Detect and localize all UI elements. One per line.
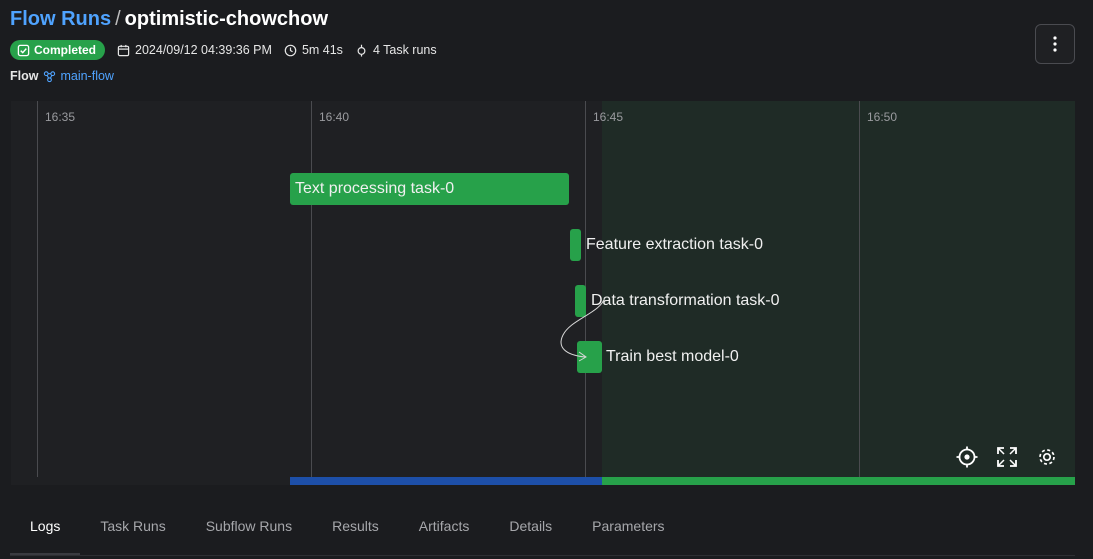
recenter-icon [956,446,978,468]
kebab-menu-icon [1053,36,1057,52]
breadcrumb-flow-runs-link[interactable]: Flow Runs [10,8,111,30]
recenter-button[interactable] [954,444,980,470]
task-bar-feature-extraction[interactable] [570,229,581,261]
tab-parameters[interactable]: Parameters [572,510,684,559]
status-badge: Completed [10,40,106,60]
run-detail-tabs: Logs Task Runs Subflow Runs Results Arti… [10,510,1093,559]
status-label: Completed [34,43,97,57]
fullscreen-button[interactable] [994,444,1020,470]
tab-results[interactable]: Results [312,510,399,559]
timeline-gridline [37,101,38,477]
timeline-tick-label: 16:35 [45,110,76,124]
run-duration: 5m 41s [284,43,343,57]
tab-subflow-runs[interactable]: Subflow Runs [186,510,312,559]
flow-name: main-flow [60,69,114,83]
timeline-tick-label: 16:45 [593,110,624,124]
more-options-button[interactable] [1035,24,1075,64]
flow-icon [44,70,56,82]
tab-logs[interactable]: Logs [10,510,81,559]
timeline-settings-button[interactable] [1034,444,1060,470]
fullscreen-icon [997,447,1017,467]
tabs-divider [10,555,1075,556]
task-node-icon [357,44,366,57]
page-header: Flow Runs / optimistic-chowchow Completed … [10,6,1075,92]
timeline-gridline [859,101,860,477]
task-label-text-processing: Text processing task-0 [295,180,455,197]
timeline-progress-completed [602,477,1075,485]
duration-text: 5m 41s [301,43,343,57]
tab-task-runs[interactable]: Task Runs [80,510,185,559]
task-run-count: 4 Task runs [355,43,437,57]
timeline-future-region [602,101,1075,477]
run-name: optimistic-chowchow [124,8,329,30]
tab-details[interactable]: Details [489,510,572,559]
task-runs-text: 4 Task runs [372,43,437,57]
flow-label: Flow [10,69,39,83]
timeline-gridline [311,101,312,477]
timestamp-text: 2024/09/12 04:39:36 PM [135,43,272,57]
clock-icon [284,44,297,56]
calendar-icon [117,44,130,56]
tab-artifacts[interactable]: Artifacts [399,510,490,559]
run-timeline[interactable]: 16:35 16:40 16:45 16:50 Text processing … [11,101,1075,485]
page-title: Flow Runs / optimistic-chowchow [10,8,328,31]
run-start-time: 2024/09/12 04:39:36 PM [117,43,272,57]
timeline-tick-label: 16:50 [867,110,898,124]
task-label-feature-extraction: Feature extraction task-0 [586,236,763,253]
run-meta: Completed 2024/09/12 04:39:36 PM 5m 41s … [10,40,437,60]
task-label-train-best-model: Train best model-0 [606,348,739,365]
flow-info: Flow main-flow [10,69,114,83]
timeline-progress-running [290,477,602,485]
check-square-icon [17,44,30,56]
dependency-arrow [560,296,606,362]
breadcrumb-separator: / [115,8,121,30]
task-label-data-transformation: Data transformation task-0 [591,292,780,309]
timeline-tick-label: 16:40 [319,110,350,124]
flow-link[interactable]: main-flow [43,69,114,83]
settings-gear-icon [1039,449,1055,465]
